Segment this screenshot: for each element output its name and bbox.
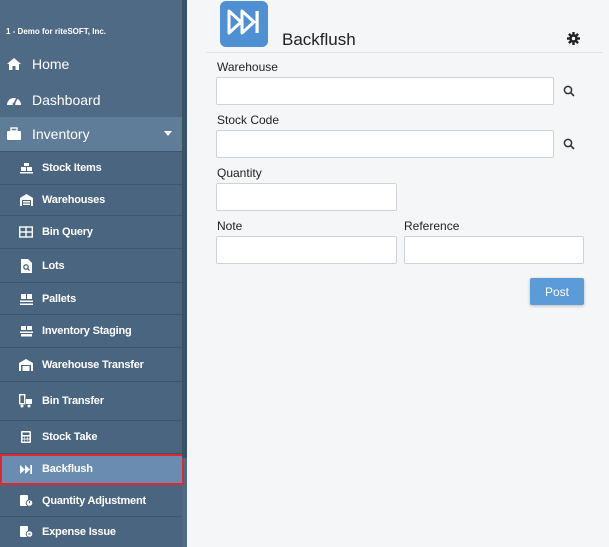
stock-code-label: Stock Code: [217, 113, 280, 127]
sidebar-item-label: Stock Take: [42, 431, 98, 443]
quantity-label: Quantity: [217, 166, 262, 180]
briefcase-icon: [6, 126, 22, 142]
header-divider: [206, 52, 603, 53]
sidebar-item-stock-take[interactable]: Stock Take: [0, 421, 182, 454]
sidebar-item-inventory-staging[interactable]: Inventory Staging: [0, 315, 182, 348]
adjustment-icon: [19, 494, 33, 508]
sidebar-item-backflush[interactable]: Backflush: [0, 454, 184, 485]
staging-icon: [19, 324, 33, 338]
sidebar-item-label: Expense Issue: [42, 526, 116, 538]
sidebar-item-stock-items[interactable]: Stock Items: [0, 152, 182, 185]
sidebar-scrollbar[interactable]: [182, 0, 187, 458]
bin-query-icon: [19, 225, 33, 239]
sidebar-item-expense-issue[interactable]: Expense Issue: [0, 517, 182, 547]
page-title: Backflush: [282, 30, 356, 49]
quantity-input[interactable]: [216, 183, 397, 211]
warehouse-label: Warehouse: [217, 60, 278, 74]
chevron-down-icon[interactable]: [164, 131, 172, 136]
home-icon: [6, 56, 22, 72]
sidebar-item-label: Home: [32, 56, 70, 72]
warehouse-input[interactable]: [216, 77, 554, 105]
note-label: Note: [217, 219, 243, 233]
sidebar-item-bin-query[interactable]: Bin Query: [0, 216, 182, 249]
search-icon[interactable]: [560, 135, 578, 153]
sidebar: 1 - Demo for riteSOFT, Inc. Home Dashboa…: [0, 0, 187, 547]
sidebar-item-label: Warehouse Transfer: [42, 358, 144, 371]
sidebar-item-label: Stock Items: [42, 162, 102, 174]
sidebar-item-warehouse-transfer[interactable]: Warehouse Transfer: [0, 348, 182, 382]
sidebar-item-label: Backflush: [42, 463, 93, 475]
sidebar-item-label: Inventory Staging: [42, 325, 132, 337]
sidebar-item-home[interactable]: Home: [0, 47, 182, 81]
sidebar-item-lots[interactable]: Lots: [0, 249, 182, 283]
reference-label: Reference: [404, 219, 460, 233]
lots-icon: [19, 258, 33, 273]
sidebar-item-label: Inventory: [32, 126, 90, 142]
dashboard-icon: [6, 92, 22, 108]
sidebar-item-inventory[interactable]: Inventory: [0, 117, 182, 152]
sidebar-item-dashboard[interactable]: Dashboard: [0, 83, 182, 117]
company-name: 1 - Demo for riteSOFT, Inc.: [6, 27, 107, 36]
sidebar-item-bin-transfer[interactable]: Bin Transfer: [0, 382, 182, 421]
sidebar-item-pallets[interactable]: Pallets: [0, 283, 182, 315]
sidebar-item-label: Bin Transfer: [42, 395, 104, 407]
sidebar-item-warehouses[interactable]: Warehouses: [0, 185, 182, 216]
search-icon[interactable]: [560, 82, 578, 100]
warehouse-transfer-icon: [19, 358, 33, 372]
fast-forward-icon: [19, 462, 33, 476]
stock-items-icon: [19, 161, 33, 175]
sidebar-item-label: Pallets: [42, 292, 77, 305]
bin-transfer-icon: [19, 394, 33, 408]
pallets-icon: [19, 292, 33, 306]
fast-forward-icon: [227, 8, 261, 41]
reference-input[interactable]: [404, 236, 584, 264]
backflush-logo: [220, 1, 268, 47]
sidebar-item-label: Lots: [42, 259, 65, 272]
gear-icon[interactable]: [567, 32, 580, 45]
sidebar-item-label: Quantity Adjustment: [42, 494, 146, 507]
sidebar-item-quantity-adjustment[interactable]: Quantity Adjustment: [0, 485, 182, 517]
sidebar-item-label: Dashboard: [32, 92, 101, 108]
note-input[interactable]: [216, 236, 397, 264]
expense-icon: [19, 525, 33, 539]
sidebar-item-label: Warehouses: [42, 194, 106, 206]
post-button[interactable]: Post: [530, 278, 584, 305]
warehouse-icon: [19, 193, 33, 207]
stock-code-input[interactable]: [216, 130, 554, 158]
calculator-icon: [19, 430, 33, 444]
sidebar-item-label: Bin Query: [42, 226, 93, 238]
